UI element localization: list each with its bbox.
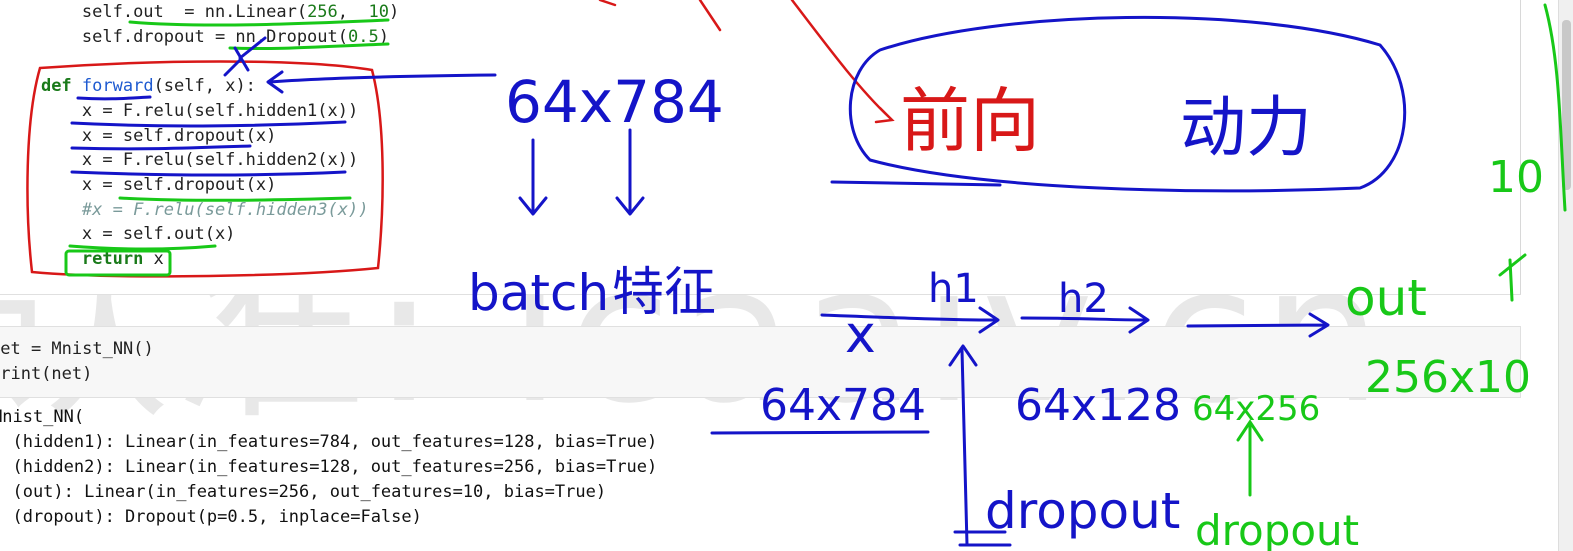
dropout-bracket bbox=[953, 530, 1012, 547]
cell-output: Mnist_NN( (hidden1): Linear(in_features=… bbox=[0, 405, 657, 530]
code-line[interactable]: x = self.dropout(x) bbox=[0, 124, 399, 149]
output-line: (dropout): Dropout(p=0.5, inplace=False) bbox=[0, 507, 422, 527]
code-token: 256 bbox=[307, 2, 338, 22]
code-token: (self, x): bbox=[153, 76, 256, 97]
net-code[interactable]: net = Mnist_NN() print(net) bbox=[0, 337, 154, 386]
code-token: self.out = nn.Linear( bbox=[81, 2, 308, 22]
code-token: self.dropout = nn.Dropout( bbox=[81, 26, 348, 47]
code-token: ) bbox=[388, 2, 400, 22]
code-line[interactable]: x = F.relu(self.hidden2(x)) bbox=[0, 148, 399, 173]
code-token: , bbox=[337, 2, 369, 22]
net-code-line[interactable]: net = Mnist_NN() bbox=[0, 337, 154, 362]
underline-input-shape bbox=[710, 430, 930, 435]
code-token: forward bbox=[81, 76, 154, 97]
net-cell[interactable]: net = Mnist_NN() print(net) bbox=[0, 326, 1521, 398]
code-token: x = self.dropout(x) bbox=[81, 125, 277, 146]
code-token: #x = F.relu(self.hidden3(x)) bbox=[81, 199, 369, 220]
code-token: ) bbox=[378, 26, 389, 47]
scrollbar[interactable] bbox=[1558, 0, 1573, 551]
code-line[interactable]: self.out = nn.Linear(256, 10) bbox=[0, 0, 399, 25]
code-cell[interactable]: self.out = nn.Linear(256, 10) self.dropo… bbox=[0, 0, 1521, 295]
code-line[interactable]: x = self.out(x) bbox=[0, 222, 399, 247]
code-line[interactable]: self.dropout = nn.Dropout(0.5) bbox=[0, 25, 399, 50]
code-token: 0.5 bbox=[348, 26, 379, 47]
green-arrow-up bbox=[1236, 419, 1264, 497]
dropout-text: dropout bbox=[985, 482, 1180, 540]
output-line: (hidden1): Linear(in_features=784, out_f… bbox=[0, 432, 658, 452]
green-dropout-text: dropout bbox=[1195, 506, 1359, 551]
code-line[interactable]: def forward(self, x): bbox=[0, 74, 399, 99]
code-editor[interactable]: self.out = nn.Linear(256, 10) self.dropo… bbox=[0, 0, 399, 272]
output-line: (hidden2): Linear(in_features=128, out_f… bbox=[0, 457, 658, 477]
code-line[interactable]: return x bbox=[0, 247, 399, 272]
code-line[interactable]: x = F.relu(self.hidden1(x)) bbox=[0, 99, 399, 124]
output-line: Mnist_NN( bbox=[0, 407, 85, 427]
output-line: (out): Linear(in_features=256, out_featu… bbox=[0, 482, 607, 502]
code-token: x bbox=[143, 249, 164, 270]
code-token: x = self.out(x) bbox=[81, 224, 236, 245]
net-code-line[interactable]: print(net) bbox=[0, 362, 154, 387]
code-line[interactable]: #x = F.relu(self.hidden3(x)) bbox=[0, 198, 399, 223]
code-token: x = self.dropout(x) bbox=[81, 174, 277, 195]
code-token: return bbox=[81, 249, 144, 270]
code-token: x = F.relu(self.hidden2(x)) bbox=[81, 150, 359, 171]
code-line[interactable]: x = self.dropout(x) bbox=[0, 173, 399, 198]
code-token: x = F.relu(self.hidden1(x)) bbox=[81, 100, 359, 121]
code-token: def bbox=[40, 76, 82, 97]
code-line[interactable] bbox=[0, 49, 399, 74]
code-token: 10 bbox=[368, 2, 389, 22]
scrollbar-thumb[interactable] bbox=[1562, 20, 1571, 190]
